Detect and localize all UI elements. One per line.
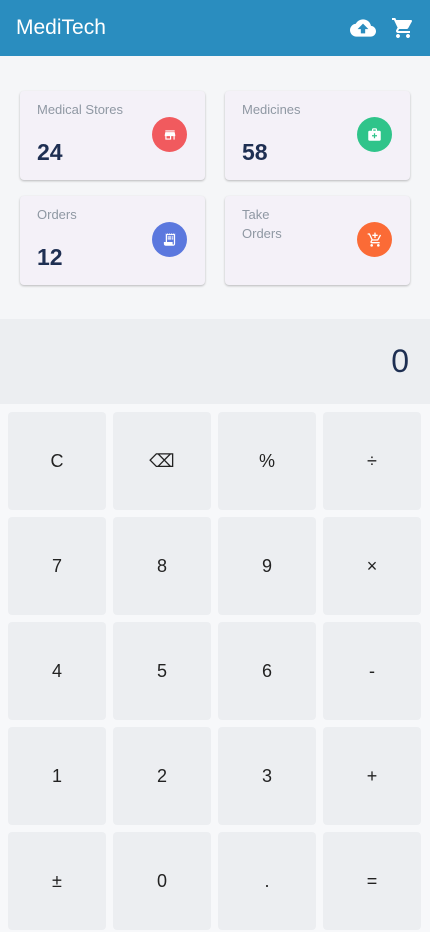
card-value: 12 [37, 244, 63, 270]
minus-key[interactable]: - [323, 622, 421, 720]
add-to-cart-icon [357, 222, 392, 257]
app-title: MediTech [16, 16, 106, 39]
card-value: 24 [37, 139, 63, 165]
decimal-key[interactable]: . [218, 832, 316, 930]
digit-6-key[interactable]: 6 [218, 622, 316, 720]
digit-4-key[interactable]: 4 [8, 622, 106, 720]
digit-3-key[interactable]: 3 [218, 727, 316, 825]
digit-1-key[interactable]: 1 [8, 727, 106, 825]
clear-key[interactable]: C [8, 412, 106, 510]
dashboard-cards: Medical Stores 24 Medicines 58 Orders 12… [20, 91, 410, 285]
plus-key[interactable]: + [323, 727, 421, 825]
card-value: 58 [242, 139, 268, 165]
calculator-display: 0 [0, 319, 430, 404]
digit-8-key[interactable]: 8 [113, 517, 211, 615]
display-value: 0 [391, 343, 409, 379]
multiply-key[interactable]: × [323, 517, 421, 615]
digit-5-key[interactable]: 5 [113, 622, 211, 720]
sign-toggle-key[interactable]: ± [8, 832, 106, 930]
digit-9-key[interactable]: 9 [218, 517, 316, 615]
digit-2-key[interactable]: 2 [113, 727, 211, 825]
backspace-key[interactable]: ⌫ [113, 412, 211, 510]
medical-bag-icon [357, 117, 392, 152]
card-orders[interactable]: Orders 12 [20, 196, 205, 285]
card-medicines[interactable]: Medicines 58 [225, 91, 410, 180]
app-bar: MediTech [0, 0, 430, 56]
divide-key[interactable]: ÷ [323, 412, 421, 510]
card-label: Take Orders [242, 207, 282, 241]
card-take-orders[interactable]: Take Orders [225, 196, 410, 285]
receipt-icon [152, 222, 187, 257]
percent-key[interactable]: % [218, 412, 316, 510]
card-label: Orders [37, 207, 77, 222]
card-medical-stores[interactable]: Medical Stores 24 [20, 91, 205, 180]
digit-7-key[interactable]: 7 [8, 517, 106, 615]
shopping-cart-icon[interactable] [388, 13, 418, 43]
card-label: Medical Stores [37, 102, 123, 117]
cloud-upload-icon[interactable] [348, 13, 378, 43]
equals-key[interactable]: = [323, 832, 421, 930]
card-label: Medicines [242, 102, 301, 117]
calculator-keypad: C ⌫% ÷ 7 8 9 × 4 5 6- 1 2 3 + ±0. = [0, 404, 430, 932]
store-icon [152, 117, 187, 152]
digit-0-key[interactable]: 0 [113, 832, 211, 930]
